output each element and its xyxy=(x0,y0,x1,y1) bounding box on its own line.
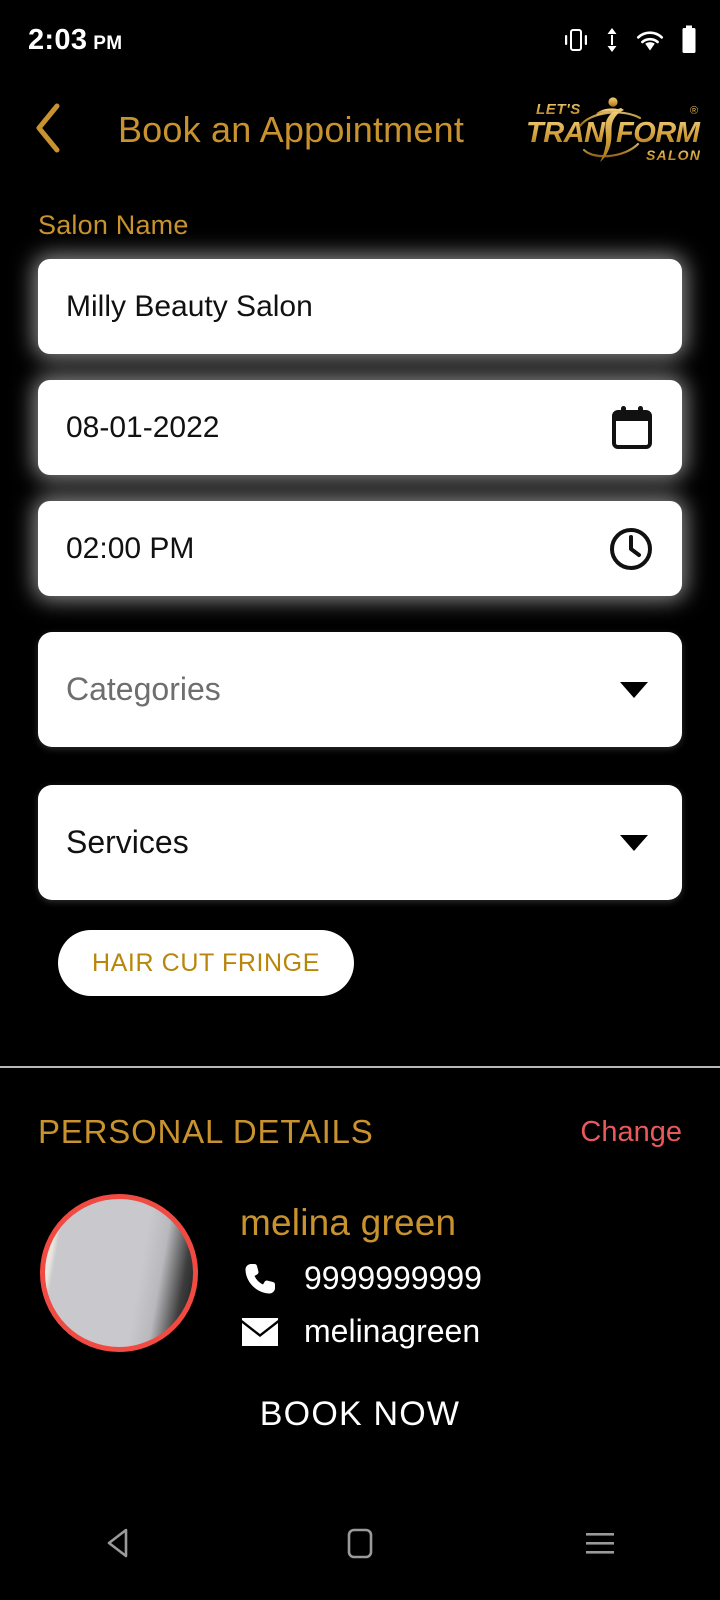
email-row: melinagreen xyxy=(240,1313,482,1350)
app-screen: 2:03 PM Book an Appointment LET'S TRAN F… xyxy=(0,0,720,1600)
book-now-button[interactable]: BOOK NOW xyxy=(12,1363,708,1466)
svg-text:FORM: FORM xyxy=(616,117,701,149)
nav-back-button[interactable] xyxy=(65,1505,175,1585)
app-header: Book an Appointment LET'S TRAN FORM SALO… xyxy=(0,80,720,180)
registered-mark: ® xyxy=(690,105,698,117)
categories-value: Categories xyxy=(66,671,221,707)
booking-form: Salon Name Milly Beauty Salon 08-01-2022… xyxy=(0,180,720,996)
date-input[interactable]: 08-01-2022 xyxy=(38,380,682,475)
date-value: 08-01-2022 xyxy=(66,410,220,444)
categories-dropdown[interactable]: Categories xyxy=(38,632,682,747)
user-avatar[interactable] xyxy=(40,1194,198,1352)
clock-icon[interactable] xyxy=(608,526,654,572)
profile-info: melina green 9999999999 melinagreen xyxy=(240,1194,482,1350)
data-transfer-icon xyxy=(604,27,620,53)
calendar-icon[interactable] xyxy=(610,405,654,451)
time-value: 02:00 PM xyxy=(66,531,195,565)
chevron-down-icon xyxy=(620,834,648,851)
salon-name-label: Salon Name xyxy=(38,210,189,240)
time-input[interactable]: 02:00 PM xyxy=(38,501,682,596)
svg-text:SALON: SALON xyxy=(646,147,701,163)
envelope-icon xyxy=(240,1317,280,1347)
selected-services-list: HAIR CUT FRINGE xyxy=(58,930,720,996)
chevron-left-icon xyxy=(31,102,65,159)
service-chip[interactable]: HAIR CUT FRINGE xyxy=(58,930,354,996)
salon-name-input[interactable]: Milly Beauty Salon xyxy=(38,259,682,354)
nav-recents-icon xyxy=(581,1528,619,1563)
status-bar: 2:03 PM xyxy=(0,0,720,80)
status-icons xyxy=(562,25,698,55)
services-dropdown[interactable]: Services xyxy=(38,785,682,900)
nav-back-icon xyxy=(101,1524,139,1567)
status-meridiem: PM xyxy=(93,32,123,54)
book-now-label: BOOK NOW xyxy=(259,1395,461,1433)
email-value: melinagreen xyxy=(304,1313,481,1349)
personal-details-title: PERSONAL DETAILS xyxy=(38,1113,374,1150)
status-time: 2:03 xyxy=(28,23,88,56)
services-value: Services xyxy=(66,824,189,860)
phone-icon xyxy=(240,1261,280,1297)
status-clock: 2:03 PM xyxy=(28,24,122,57)
profile-name: melina green xyxy=(240,1202,457,1243)
personal-details-header: PERSONAL DETAILS Change xyxy=(0,1100,720,1164)
service-chip-label: HAIR CUT FRINGE xyxy=(92,948,320,977)
personal-details-section: PERSONAL DETAILS Change melina green 999… xyxy=(0,1100,720,1352)
phone-row: 9999999999 xyxy=(240,1260,482,1297)
vibrate-icon xyxy=(562,27,590,53)
salon-name-value: Milly Beauty Salon xyxy=(66,289,313,323)
svg-text:LET'S: LET'S xyxy=(536,101,581,118)
battery-icon xyxy=(680,25,698,55)
section-divider xyxy=(0,1066,720,1068)
change-link[interactable]: Change xyxy=(580,1116,682,1149)
chevron-down-icon xyxy=(620,681,648,698)
nav-recents-button[interactable] xyxy=(545,1505,655,1585)
nav-home-icon xyxy=(343,1524,377,1567)
wifi-icon xyxy=(634,27,666,53)
system-nav-bar xyxy=(0,1490,720,1600)
phone-value: 9999999999 xyxy=(304,1260,482,1296)
brand-logo: LET'S TRAN FORM SALON ® xyxy=(518,92,706,168)
page-title: Book an Appointment xyxy=(117,109,465,150)
profile-card: melina green 9999999999 melinagreen xyxy=(0,1164,720,1352)
nav-home-button[interactable] xyxy=(305,1505,415,1585)
svg-text:TRAN: TRAN xyxy=(526,117,606,149)
